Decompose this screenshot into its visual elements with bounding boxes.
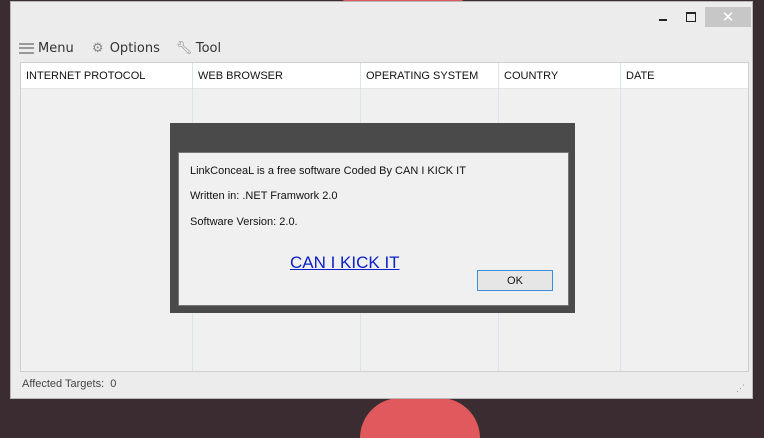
author-link[interactable]: CAN I KICK IT [290, 253, 400, 273]
hamburger-icon [18, 41, 34, 55]
column-header-country[interactable]: COUNTRY [499, 63, 621, 88]
column-header-date[interactable]: DATE [621, 63, 748, 88]
about-version: Software Version: 2.0. [190, 216, 298, 228]
about-written-in: Written in: .NET Framwork 2.0 [190, 190, 338, 202]
column-header-ip[interactable]: INTERNET PROTOCOL [21, 63, 193, 88]
about-description: LinkConceaL is a free software Coded By … [190, 165, 466, 177]
gears-icon: ⚙ [91, 40, 104, 56]
menu-item-menu[interactable]: Menu [18, 41, 74, 56]
status-bar: Affected Targets: 0 ⋰ [11, 372, 752, 398]
menu-label: Options [109, 40, 160, 56]
table-header: INTERNET PROTOCOL WEB BROWSER OPERATING … [21, 63, 748, 89]
column-header-os[interactable]: OPERATING SYSTEM [361, 63, 499, 88]
resize-grip-icon[interactable]: ⋰ [736, 383, 746, 393]
affected-targets-label: Affected Targets: [22, 378, 105, 390]
affected-targets-count: 0 [110, 378, 117, 390]
desktop-decoration [360, 398, 480, 438]
column-header-browser[interactable]: WEB BROWSER [193, 63, 361, 88]
minimize-icon [659, 19, 667, 21]
minimize-button[interactable] [651, 7, 675, 27]
menu-bar: Menu ⚙ Options 🔧︎ Tool [18, 36, 748, 60]
column-divider [620, 63, 621, 371]
wrench-icon: 🔧︎ [175, 40, 193, 56]
close-button[interactable]: ✕ [705, 7, 751, 27]
affected-targets-status: Affected Targets: 0 [22, 378, 116, 390]
menu-label: Menu [38, 40, 74, 56]
close-icon: ✕ [721, 8, 735, 26]
about-dialog-body: LinkConceaL is a free software Coded By … [178, 152, 569, 306]
title-bar[interactable]: ✕ [11, 2, 752, 33]
about-dialog: LinkConceaL is a free software Coded By … [170, 123, 575, 313]
maximize-button[interactable] [679, 7, 703, 27]
maximize-icon [686, 12, 696, 22]
menu-label: Tool [195, 40, 222, 56]
menu-item-options[interactable]: ⚙ Options [90, 41, 160, 56]
ok-button[interactable]: OK [477, 270, 553, 291]
menu-item-tool[interactable]: 🔧︎ Tool [175, 40, 222, 56]
